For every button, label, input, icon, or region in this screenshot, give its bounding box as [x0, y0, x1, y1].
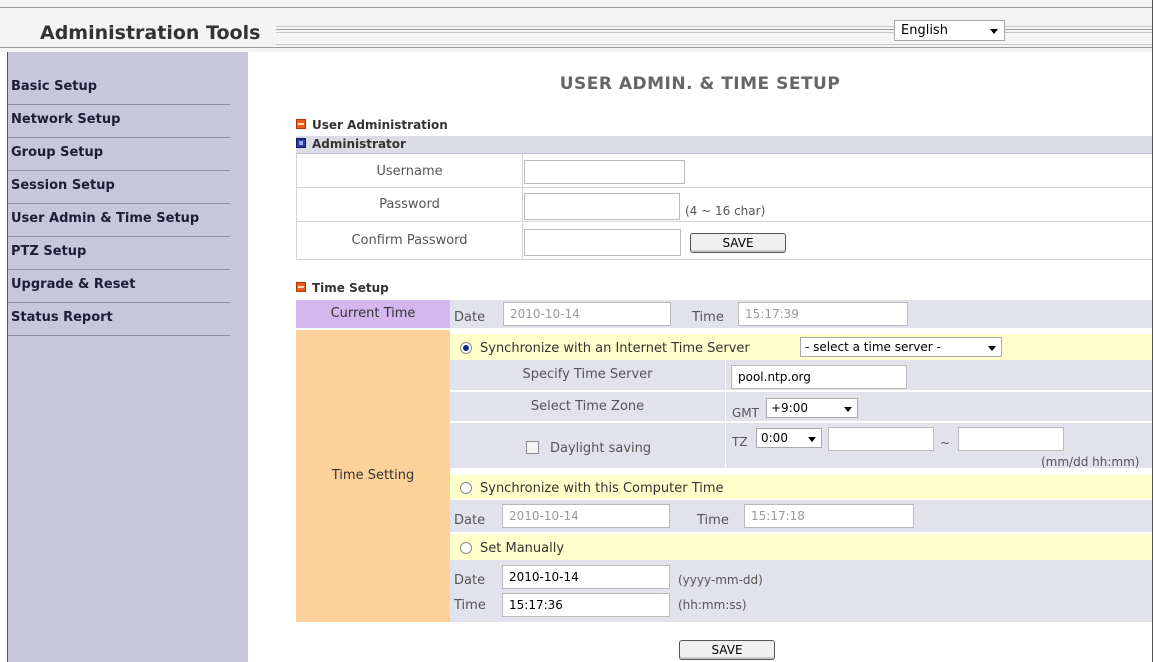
sidebar-item-label: Network Setup — [11, 112, 121, 127]
chevron-down-icon — [844, 407, 852, 412]
sidebar-item-label: Basic Setup — [11, 79, 98, 94]
chevron-down-icon — [988, 346, 996, 351]
computer-date-label: Date — [454, 513, 486, 528]
password-label: Password — [297, 188, 523, 222]
user-admin-heading: User Administration — [296, 118, 448, 132]
sidebar: Basic Setup Network Setup Group Setup Se… — [8, 52, 248, 662]
manual-date-format: (yyyy-mm-dd) — [678, 573, 763, 587]
username-input[interactable] — [524, 160, 685, 184]
sidebar-item-label: User Admin & Time Setup — [11, 211, 200, 226]
daylight-saving-checkbox[interactable] — [526, 441, 539, 454]
sidebar-item-label: Upgrade & Reset — [11, 277, 136, 292]
page-title: USER ADMIN. & TIME SETUP — [559, 74, 841, 94]
main-content: USER ADMIN. & TIME SETUP User Administra… — [248, 52, 1152, 662]
manual-time-input[interactable]: 15:17:36 — [502, 593, 670, 617]
admin-icon — [296, 137, 306, 148]
specify-server-input[interactable]: pool.ntp.org — [731, 365, 907, 389]
username-row: Username — [296, 154, 1152, 188]
dst-range-separator: ~ — [940, 436, 951, 450]
chevron-down-icon — [808, 437, 816, 442]
manual-date-input[interactable]: 2010-10-14 — [502, 565, 670, 589]
time-server-select-value: - select a time server - — [805, 340, 941, 354]
app-title: Administration Tools — [0, 19, 276, 47]
sync-internet-radio[interactable] — [460, 342, 472, 354]
dst-start-input[interactable] — [828, 427, 934, 451]
header-rule — [0, 7, 1153, 8]
sidebar-item-label: Group Setup — [11, 145, 104, 160]
timezone-label: Select Time Zone — [530, 399, 645, 414]
sidebar-item-basic-setup[interactable]: Basic Setup — [8, 72, 230, 105]
time-server-select[interactable]: - select a time server - — [800, 337, 1002, 357]
sidebar-item-group-setup[interactable]: Group Setup — [8, 138, 230, 171]
time-setting-cell: Time Setting — [296, 330, 450, 622]
current-date-field: 2010-10-14 — [503, 302, 671, 326]
current-date-label: Date — [454, 310, 486, 325]
computer-time-label: Time — [697, 513, 729, 528]
tz-select[interactable]: 0:00 — [756, 428, 822, 448]
administrator-heading-text: Administrator — [312, 137, 406, 151]
computer-time-field: 15:17:18 — [744, 504, 914, 528]
current-time-label: Current Time — [330, 306, 416, 321]
sidebar-item-upgrade-reset[interactable]: Upgrade & Reset — [8, 270, 230, 303]
current-time-field-label: Time — [692, 310, 724, 325]
manual-radio[interactable] — [460, 542, 472, 554]
password-hint: (4 ~ 16 char) — [685, 204, 766, 218]
confirm-password-label: Confirm Password — [297, 222, 523, 260]
language-select[interactable]: English — [894, 20, 1005, 41]
sidebar-item-status-report[interactable]: Status Report — [8, 303, 230, 336]
confirm-password-input[interactable] — [524, 229, 681, 256]
sidebar-item-user-admin-time-setup[interactable]: User Admin & Time Setup — [8, 204, 230, 237]
username-label: Username — [297, 154, 523, 188]
time-setting-label: Time Setting — [331, 468, 415, 483]
section-bullet-icon — [296, 281, 306, 292]
sync-internet-label: Synchronize with an Internet Time Server — [480, 341, 750, 356]
dst-format-hint: (mm/dd hh:mm) — [1041, 455, 1140, 469]
manual-date-label: Date — [454, 573, 486, 588]
administrator-heading: Administrator — [296, 137, 406, 151]
sidebar-item-network-setup[interactable]: Network Setup — [8, 105, 230, 138]
chevron-down-icon — [990, 29, 998, 34]
manual-time-label: Time — [454, 598, 486, 613]
language-select-value: English — [901, 23, 948, 38]
header-rule — [0, 47, 1153, 48]
save-user-button[interactable]: SAVE — [690, 233, 786, 253]
save-time-button[interactable]: SAVE — [679, 640, 775, 660]
timezone-label-cell: Select Time Zone — [450, 392, 726, 422]
section-bullet-icon — [296, 118, 306, 129]
sidebar-item-label: Status Report — [11, 310, 113, 325]
gmt-select-value: +9:00 — [771, 401, 809, 415]
manual-time-format: (hh:mm:ss) — [678, 598, 747, 612]
computer-date-field: 2010-10-14 — [502, 504, 670, 528]
header-bar: Administration Tools English — [0, 0, 1153, 52]
tz-select-value: 0:00 — [761, 431, 788, 445]
sync-computer-radio[interactable] — [460, 482, 472, 494]
sidebar-item-label: PTZ Setup — [11, 244, 87, 259]
time-setup-heading: Time Setup — [296, 281, 389, 295]
password-input[interactable] — [524, 193, 680, 220]
tz-label: TZ — [732, 435, 748, 449]
gmt-label: GMT — [732, 406, 759, 420]
time-setup-heading-text: Time Setup — [312, 281, 389, 295]
sync-computer-label: Synchronize with this Computer Time — [480, 481, 724, 496]
specify-server-label: Specify Time Server — [522, 367, 653, 382]
gmt-select[interactable]: +9:00 — [766, 398, 858, 418]
sidebar-item-label: Session Setup — [11, 178, 115, 193]
current-time-cell: Current Time — [296, 300, 450, 328]
dst-end-input[interactable] — [958, 427, 1064, 451]
sidebar-item-ptz-setup[interactable]: PTZ Setup — [8, 237, 230, 270]
specify-server-label-cell: Specify Time Server — [450, 360, 726, 391]
sidebar-item-session-setup[interactable]: Session Setup — [8, 171, 230, 204]
user-admin-heading-text: User Administration — [312, 118, 448, 132]
daylight-saving-label: Daylight saving — [550, 441, 652, 456]
manual-label: Set Manually — [480, 541, 565, 556]
administrator-header: Administrator — [296, 136, 1152, 154]
current-time-field: 15:17:39 — [738, 302, 908, 326]
